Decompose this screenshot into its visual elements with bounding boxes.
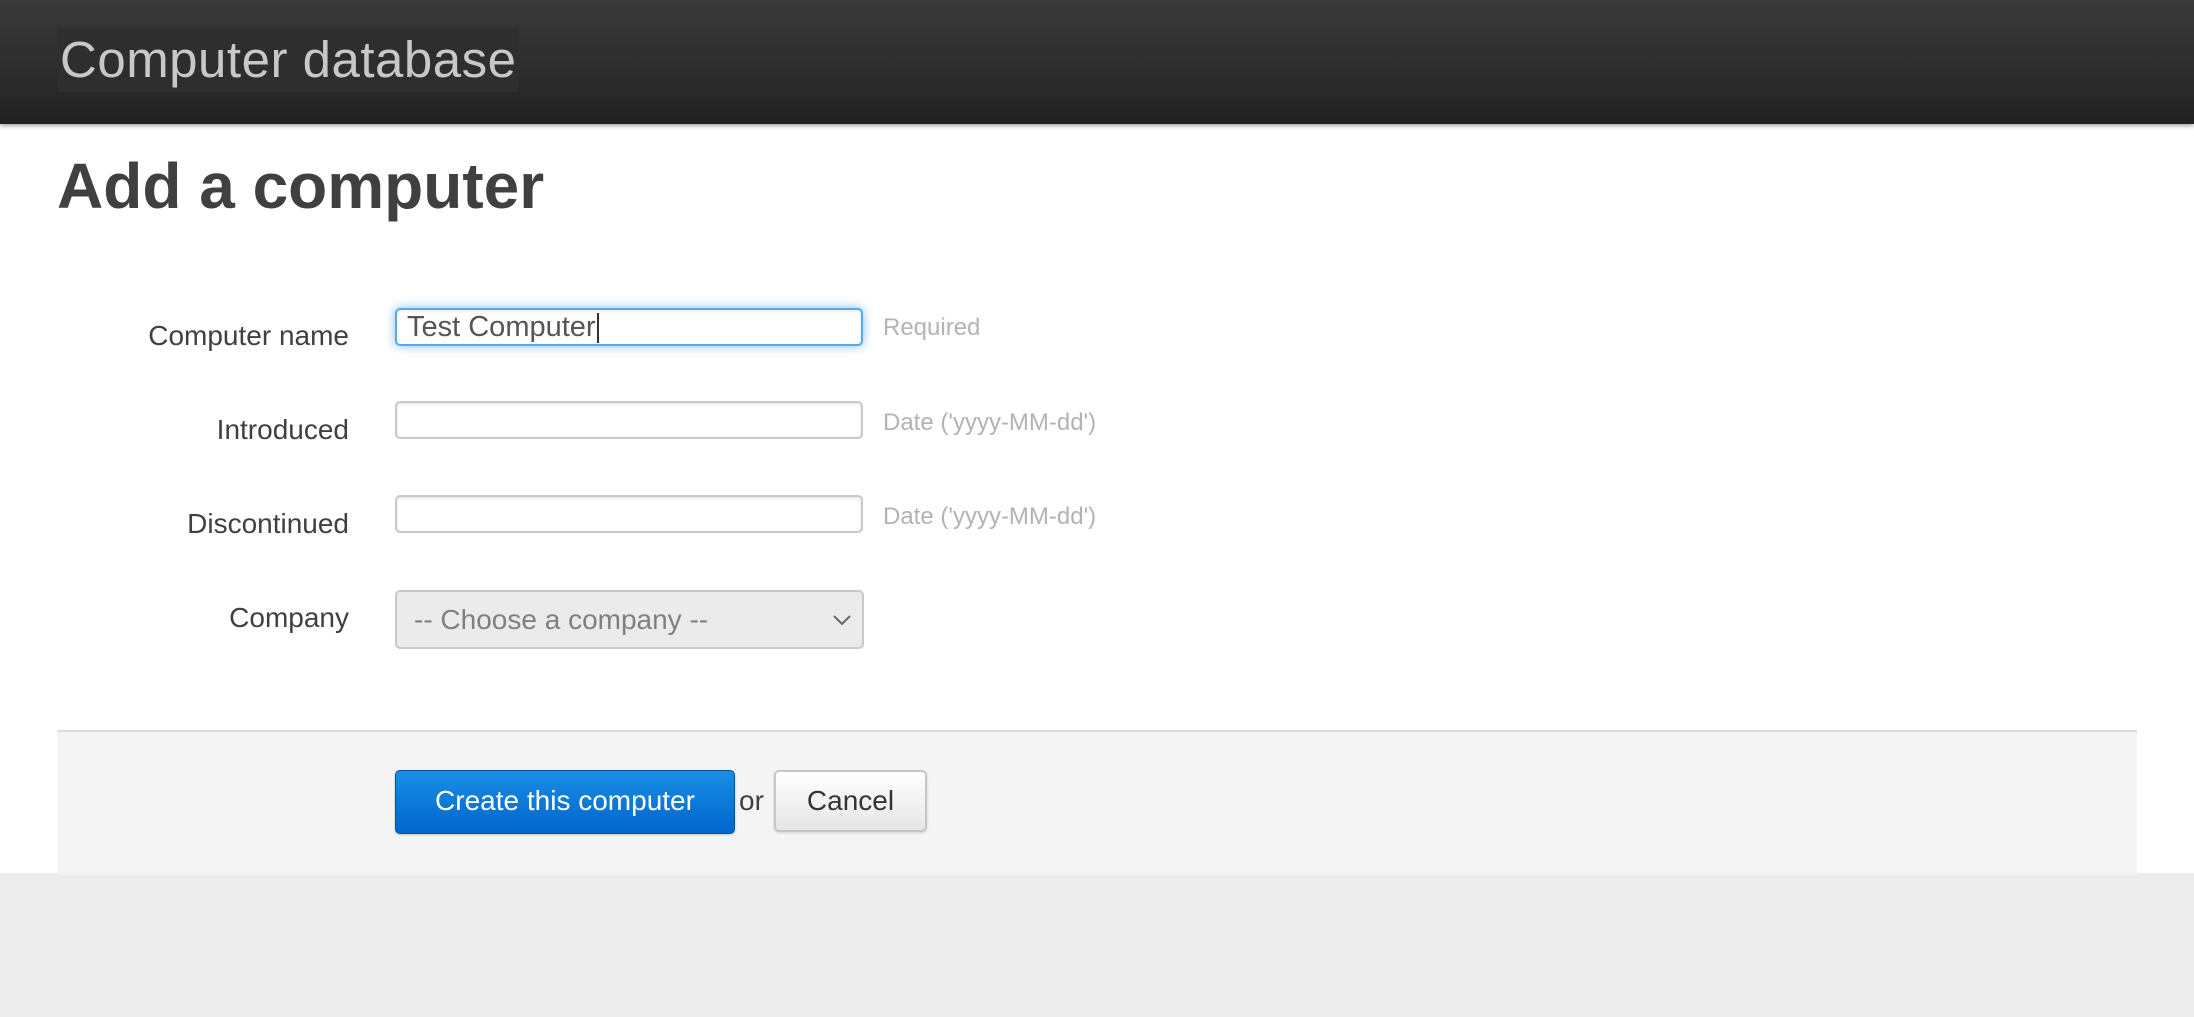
create-computer-button[interactable]: Create this computer — [395, 770, 735, 834]
introduced-label: Introduced — [216, 414, 349, 445]
computer-name-help: Required — [883, 314, 981, 341]
cancel-button[interactable]: Cancel — [774, 770, 927, 832]
top-bar: Computer database — [0, 0, 2194, 124]
text-caret — [596, 313, 599, 344]
computer-name-value: Test Computer — [407, 311, 596, 343]
discontinued-input[interactable] — [395, 495, 863, 533]
company-selected-value: -- Choose a company -- — [414, 604, 709, 635]
company-select[interactable]: -- Choose a company -- — [395, 590, 864, 649]
computer-name-label: Computer name — [148, 320, 349, 351]
introduced-help: Date ('yyyy-MM-dd') — [883, 409, 1097, 436]
computer-name-input[interactable]: Test Computer — [395, 308, 863, 346]
introduced-input[interactable] — [395, 401, 863, 439]
page-title: Add a computer — [57, 150, 545, 222]
or-separator: or — [739, 785, 764, 816]
form-actions: Create this computer or Cancel — [57, 730, 2137, 875]
discontinued-help: Date ('yyyy-MM-dd') — [883, 503, 1097, 530]
main-content: Add a computer Computer name Test Comput… — [0, 124, 2194, 875]
discontinued-label: Discontinued — [187, 508, 349, 539]
company-label: Company — [229, 602, 349, 633]
chevron-down-icon — [833, 615, 851, 626]
brand-link[interactable]: Computer database — [57, 28, 520, 92]
